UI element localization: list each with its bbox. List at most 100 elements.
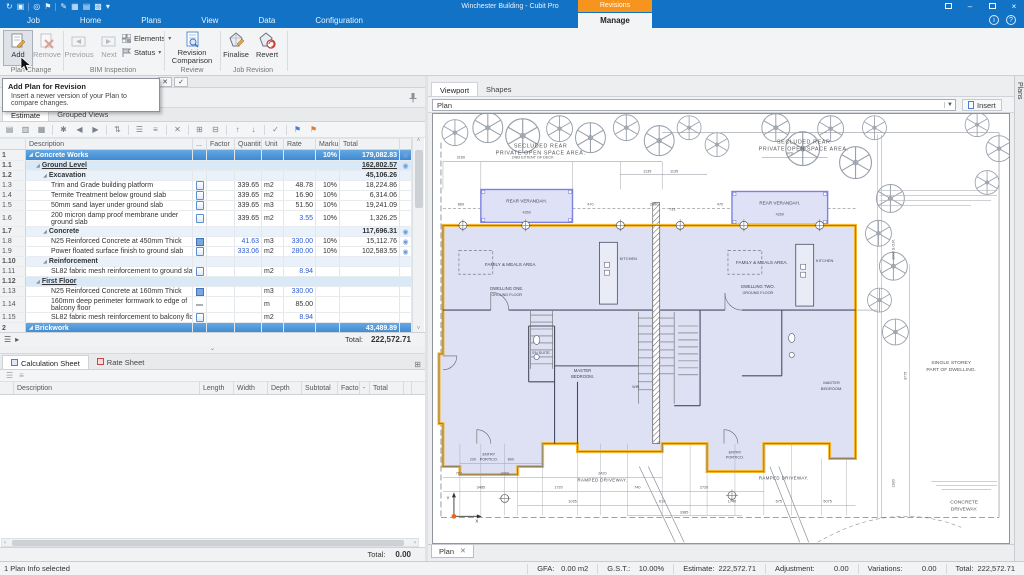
move-down-icon[interactable]: ↓ — [248, 125, 259, 134]
table-row[interactable]: 1.4 Termite Treatment below ground slab … — [0, 191, 412, 201]
tab-view[interactable]: View — [188, 13, 231, 28]
view-single-icon[interactable]: ▤ — [4, 125, 15, 134]
table-row[interactable]: 1.11 SL82 fabric mesh reinforcement to g… — [0, 267, 412, 277]
plan-select[interactable]: Plan ▼ — [432, 99, 956, 111]
tab-plans[interactable]: Plans — [128, 13, 174, 28]
visibility-eye-icon[interactable] — [400, 171, 412, 180]
visibility-eye-icon[interactable] — [400, 150, 412, 160]
user-search-icon[interactable]: ◎ — [33, 0, 40, 13]
grid-dropdown-icon[interactable]: ▩ — [94, 0, 102, 13]
tab-rate-sheet[interactable]: Rate Sheet — [89, 355, 153, 369]
save-icon[interactable]: ▣ — [17, 0, 25, 13]
menu-icon[interactable]: ☰ — [4, 335, 11, 344]
finalise-button[interactable]: Finalise — [221, 30, 251, 66]
info-icon[interactable]: i — [989, 15, 999, 25]
calc-delete-row-icon[interactable]: ≡ — [19, 371, 24, 380]
help-icon[interactable]: ? — [1006, 15, 1016, 25]
visibility-eye-icon[interactable] — [400, 287, 412, 296]
sep[interactable] — [28, 3, 29, 11]
row-note-icon[interactable] — [193, 150, 207, 160]
tab-configuration[interactable]: Configuration — [302, 13, 376, 28]
tab-manage[interactable]: Manage — [578, 13, 652, 28]
minimize-button[interactable]: – — [964, 0, 976, 13]
tab-data[interactable]: Data — [245, 13, 288, 28]
panel-splitter[interactable]: ⌄ — [0, 346, 425, 354]
previous-button[interactable]: Previous — [64, 30, 94, 66]
next-button[interactable]: Next — [94, 30, 124, 66]
status-dropdown[interactable]: Status▾ — [122, 47, 161, 58]
sep[interactable] — [264, 125, 265, 135]
row-note-icon[interactable] — [193, 257, 207, 266]
plans-side-tab[interactable]: Plans — [1014, 76, 1024, 561]
tab-shapes[interactable]: Shapes — [478, 82, 519, 96]
tab-viewport[interactable]: Viewport — [431, 82, 478, 96]
print-icon[interactable]: ▤ — [83, 0, 91, 13]
tab-calculation-sheet[interactable]: Calculation Sheet — [2, 355, 89, 369]
visibility-eye-icon[interactable] — [400, 227, 412, 236]
table-row[interactable]: 1.13 N25 Reinforced Concrete at 160mm Th… — [0, 287, 412, 297]
visibility-eye-icon[interactable] — [400, 313, 412, 322]
table-row[interactable]: 1.5 50mm sand layer under ground slab 33… — [0, 201, 412, 211]
sep[interactable] — [166, 125, 167, 135]
row-note-icon[interactable] — [193, 161, 207, 170]
announce-icon[interactable]: ⚑ — [44, 0, 51, 13]
visibility-eye-icon[interactable] — [400, 277, 412, 286]
close-plan-tab-icon[interactable]: ✕ — [460, 547, 466, 555]
estimate-vertical-scrollbar[interactable]: ˄˅ — [412, 138, 424, 332]
row-note-icon[interactable] — [193, 237, 207, 246]
tab-home[interactable]: Home — [67, 13, 114, 28]
revert-button[interactable]: Revert — [252, 30, 282, 66]
table-row[interactable]: 1.10 Reinforcement — [0, 257, 412, 267]
calc-body[interactable] — [0, 395, 425, 538]
sep[interactable] — [128, 125, 129, 135]
insert-plan-button[interactable]: Insert — [962, 99, 1002, 111]
collapse-icon[interactable]: ⊟ — [210, 125, 221, 134]
row-note-icon[interactable] — [193, 171, 207, 180]
visibility-eye-icon[interactable] — [400, 191, 412, 200]
visibility-eye-icon[interactable] — [400, 211, 412, 226]
floor-plan-drawing[interactable]: SECLUDED REAR PRIVATE OPEN SPACE AREA. S… — [433, 114, 1009, 543]
pin-icon[interactable] — [409, 93, 417, 103]
tools-dropdown-icon[interactable]: ✱ — [58, 125, 69, 134]
sync-icon[interactable]: ↻ — [6, 0, 13, 13]
sort-dropdown-icon[interactable]: ⇅ — [112, 125, 123, 134]
row-note-icon[interactable] — [193, 297, 207, 312]
table-row[interactable]: 1.7 Concrete 117,696.31 — [0, 227, 412, 237]
row-note-icon[interactable] — [193, 191, 207, 200]
sep[interactable] — [55, 3, 56, 11]
sep[interactable] — [106, 125, 107, 135]
sep[interactable] — [188, 125, 189, 135]
expand-icon[interactable]: ⊞ — [194, 125, 205, 134]
row-note-icon[interactable] — [193, 247, 207, 256]
nav-left-icon[interactable]: ◀ — [74, 125, 85, 134]
calc-insert-row-icon[interactable]: ☰ — [6, 371, 13, 380]
calc-corner-icon[interactable]: ⊞ — [414, 360, 421, 369]
close-button[interactable]: × — [1008, 0, 1020, 13]
delete-icon[interactable]: ✕ — [172, 125, 183, 134]
table-row[interactable]: 1.15 SL82 fabric mesh reinforcement to b… — [0, 313, 412, 323]
sep[interactable] — [226, 125, 227, 135]
list-icon[interactable]: ☰ — [134, 125, 145, 134]
more-icon[interactable]: ▾ — [106, 0, 110, 13]
visibility-eye-icon[interactable] — [400, 181, 412, 190]
window-style-icon[interactable] — [942, 0, 954, 13]
row-note-icon[interactable] — [193, 201, 207, 210]
visibility-eye-icon[interactable] — [400, 237, 412, 246]
calc-horizontal-scrollbar[interactable]: ‹› — [1, 538, 419, 547]
row-note-icon[interactable] — [193, 277, 207, 286]
list2-icon[interactable]: ≡ — [150, 125, 161, 134]
view-dual-icon[interactable]: ▥ — [20, 125, 31, 134]
visibility-eye-icon[interactable] — [400, 247, 412, 256]
restore-button[interactable] — [986, 0, 998, 13]
row-note-icon[interactable] — [193, 313, 207, 322]
sep[interactable] — [286, 125, 287, 135]
compass-icon[interactable]: ✎ — [60, 0, 67, 13]
move-up-icon[interactable]: ↑ — [232, 125, 243, 134]
revision-comparison-button[interactable]: Revision Comparison — [170, 30, 214, 66]
row-note-icon[interactable] — [193, 287, 207, 296]
row-note-icon[interactable] — [193, 323, 207, 332]
remove-plan-button[interactable]: Remove — [32, 30, 62, 66]
nav-right-icon[interactable]: ▶ — [90, 125, 101, 134]
table-row[interactable]: 1.14 160mm deep perimeter formwork to ed… — [0, 297, 412, 313]
row-note-icon[interactable] — [193, 211, 207, 226]
